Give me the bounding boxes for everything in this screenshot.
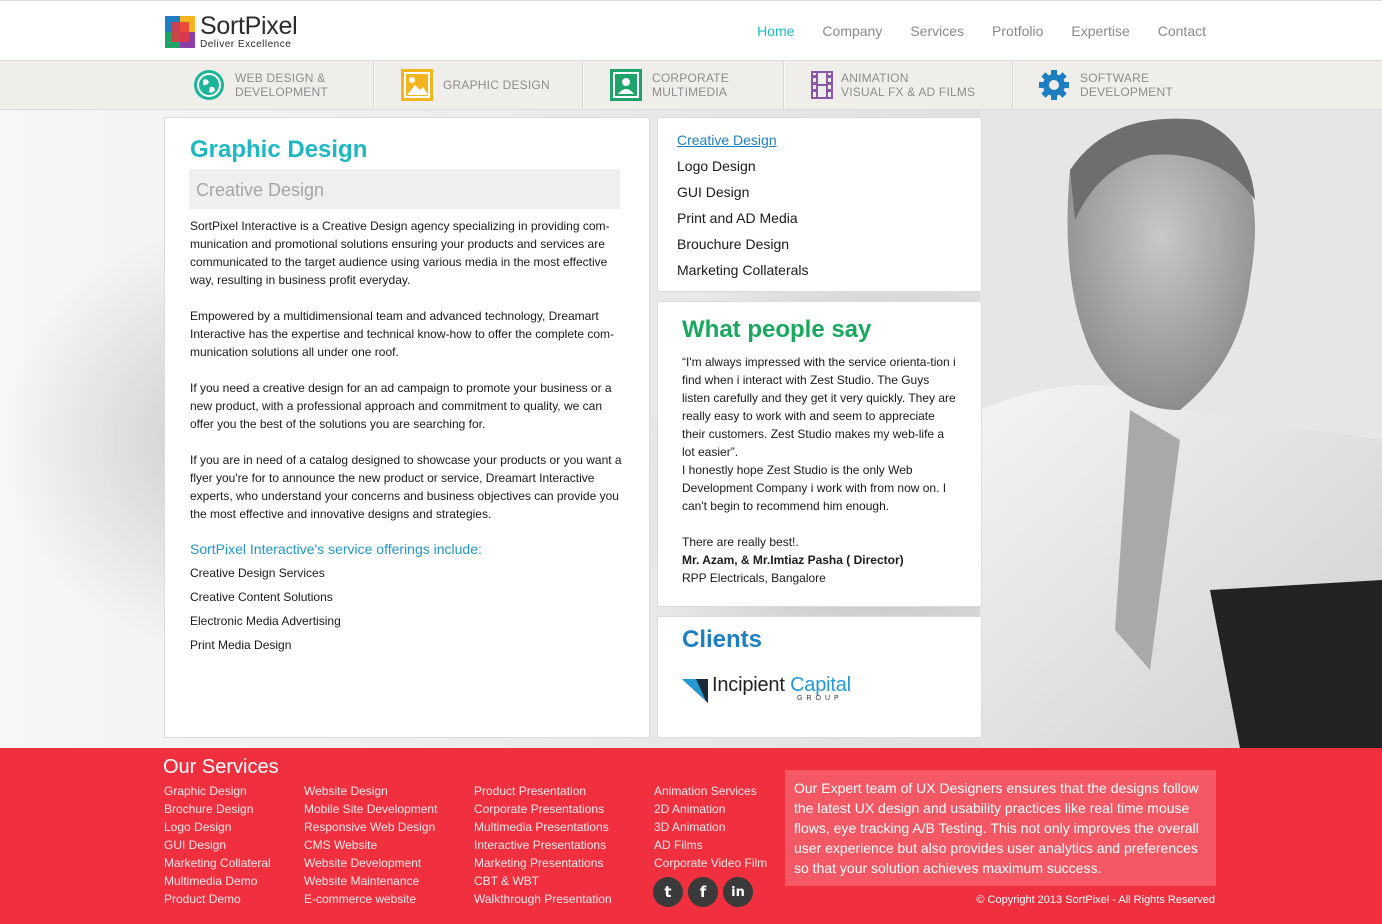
footer-col-presentations: Product Presentation Corporate Presentat… — [474, 784, 612, 910]
section-subtitle-bar: Creative Design — [189, 169, 620, 209]
footer-link[interactable]: CBT & WBT — [474, 874, 612, 892]
paragraph: SortPixel Interactive is a Creative Desi… — [190, 219, 610, 287]
site-footer: Our Services Graphic Design Brochure Des… — [0, 748, 1382, 924]
footer-link[interactable]: 2D Animation — [654, 802, 767, 820]
link-creative-design[interactable]: Creative Design — [677, 131, 809, 157]
footer-link[interactable]: Walkthrough Presentation — [474, 892, 612, 910]
footer-link[interactable]: Brochure Design — [164, 802, 271, 820]
category-software[interactable]: SOFTWARE DEVELOPMENT — [1038, 61, 1173, 109]
testimonial-card: What people say “I'm always impressed wi… — [657, 301, 982, 607]
main-nav: Home Company Services Protfolio Expertis… — [757, 23, 1206, 39]
nav-home[interactable]: Home — [757, 23, 794, 39]
logo-tagline: Deliver Excellence — [200, 39, 292, 50]
paragraph: If you need a creative design for an ad … — [190, 381, 612, 431]
footer-link[interactable]: Product Demo — [164, 892, 271, 910]
nav-services[interactable]: Services — [910, 23, 964, 39]
ux-blurb: Our Expert team of UX Designers ensures … — [794, 780, 1199, 876]
footer-link[interactable]: Product Presentation — [474, 784, 612, 802]
globe-icon — [193, 69, 225, 101]
footer-link[interactable]: CMS Website — [304, 838, 437, 856]
testimonial-title: What people say — [682, 316, 872, 343]
footer-link[interactable]: Mobile Site Development — [304, 802, 437, 820]
incipient-mark-icon — [682, 679, 708, 703]
list-item: Creative Content Solutions — [190, 590, 333, 604]
page-title: Graphic Design — [190, 136, 368, 163]
list-item: Print Media Design — [190, 638, 292, 652]
paragraph: Empowered by a multidimensional team and… — [190, 309, 615, 359]
section-subtitle: Creative Design — [196, 180, 325, 200]
footer-link[interactable]: Website Design — [304, 784, 437, 802]
list-item: Creative Design Services — [190, 566, 325, 580]
nav-portfolio[interactable]: Protfolio — [992, 23, 1043, 39]
footer-link[interactable]: Marketing Presentations — [474, 856, 612, 874]
testimonial-author: Mr. Azam, & Mr.Imtiaz Pasha ( Director) — [682, 553, 904, 567]
description-text: SortPixel Interactive is a Creative Desi… — [190, 217, 628, 541]
linkedin-icon[interactable]: in — [723, 877, 753, 907]
film-icon — [811, 69, 833, 101]
facebook-icon[interactable]: f — [688, 877, 718, 907]
twitter-icon[interactable]: t — [653, 877, 683, 907]
footer-link[interactable]: Multimedia Demo — [164, 874, 271, 892]
nav-expertise[interactable]: Expertise — [1071, 23, 1129, 39]
footer-link[interactable]: Graphic Design — [164, 784, 271, 802]
category-divider — [1012, 61, 1014, 109]
footer-link[interactable]: Interactive Presentations — [474, 838, 612, 856]
footer-link[interactable]: Responsive Web Design — [304, 820, 437, 838]
footer-link[interactable]: Multimedia Presentations — [474, 820, 612, 838]
link-gui-design[interactable]: GUI Design — [677, 183, 809, 209]
client-logo-incipient[interactable]: Incipient Capital GROUP — [682, 675, 851, 703]
ux-blurb-box: Our Expert team of UX Designers ensures … — [785, 770, 1216, 886]
category-corporate-multimedia[interactable]: CORPORATE MULTIMEDIA — [610, 61, 729, 109]
image-icon — [401, 69, 433, 101]
main-content-panel: Graphic Design Creative Design SortPixel… — [164, 117, 650, 738]
footer-title: Our Services — [163, 756, 279, 778]
footer-link[interactable]: Website Development — [304, 856, 437, 874]
clients-card: Clients Incipient Capital GROUP — [657, 616, 982, 738]
footer-link[interactable]: Animation Services — [654, 784, 767, 802]
paragraph: If you are in need of a catalog designed… — [190, 453, 622, 521]
link-brochure-design[interactable]: Brouchure Design — [677, 235, 809, 261]
category-graphic-design[interactable]: GRAPHIC DESIGN — [401, 61, 550, 109]
category-animation[interactable]: ANIMATION VISUAL FX & AD FILMS — [811, 61, 975, 109]
footer-col-design: Graphic Design Brochure Design Logo Desi… — [164, 784, 271, 910]
sub-services-card: Creative Design Logo Design GUI Design P… — [657, 117, 982, 292]
category-bar: WEB DESIGN & DEVELOPMENT GRAPHIC DESIGN C… — [0, 60, 1382, 110]
list-item: Electronic Media Advertising — [190, 614, 341, 628]
site-header: SortPixel Deliver Excellence Home Compan… — [0, 0, 1382, 60]
offerings-list: Creative Design Services Creative Conten… — [190, 566, 341, 662]
logo[interactable]: SortPixel Deliver Excellence — [165, 12, 298, 50]
footer-col-animation: Animation Services 2D Animation 3D Anima… — [654, 784, 767, 874]
link-print-ad-media[interactable]: Print and AD Media — [677, 209, 809, 235]
logo-mark-icon — [165, 16, 195, 48]
footer-link[interactable]: Corporate Presentations — [474, 802, 612, 820]
clients-title: Clients — [682, 626, 763, 653]
category-divider — [783, 61, 785, 109]
footer-link[interactable]: AD Films — [654, 838, 767, 856]
sub-services-list: Creative Design Logo Design GUI Design P… — [677, 131, 809, 287]
link-marketing-collaterals[interactable]: Marketing Collaterals — [677, 261, 809, 287]
category-divider — [373, 61, 375, 109]
nav-company[interactable]: Company — [822, 23, 882, 39]
footer-col-web: Website Design Mobile Site Development R… — [304, 784, 437, 910]
logo-name: SortPixel — [200, 12, 298, 40]
category-web-design[interactable]: WEB DESIGN & DEVELOPMENT — [193, 61, 328, 109]
footer-link[interactable]: Logo Design — [164, 820, 271, 838]
nav-contact[interactable]: Contact — [1158, 23, 1206, 39]
offerings-heading: SortPixel Interactive's service offering… — [190, 541, 482, 557]
category-divider — [582, 61, 584, 109]
footer-link[interactable]: E-commerce website — [304, 892, 437, 910]
footer-link[interactable]: Marketing Collateral — [164, 856, 271, 874]
copyright: © Copyright 2013 SortPixel - All Rights … — [976, 894, 1215, 906]
footer-link[interactable]: Website Maintenance — [304, 874, 437, 892]
testimonial-company: RPP Electricals, Bangalore — [682, 571, 826, 585]
user-screen-icon — [610, 69, 642, 101]
gear-icon — [1038, 69, 1070, 101]
footer-link[interactable]: 3D Animation — [654, 820, 767, 838]
footer-link[interactable]: Corporate Video Film — [654, 856, 767, 874]
link-logo-design[interactable]: Logo Design — [677, 157, 809, 183]
footer-link[interactable]: GUI Design — [164, 838, 271, 856]
businessman-photo — [980, 110, 1382, 748]
testimonial-quote: “I'm always impressed with the service o… — [682, 355, 956, 585]
